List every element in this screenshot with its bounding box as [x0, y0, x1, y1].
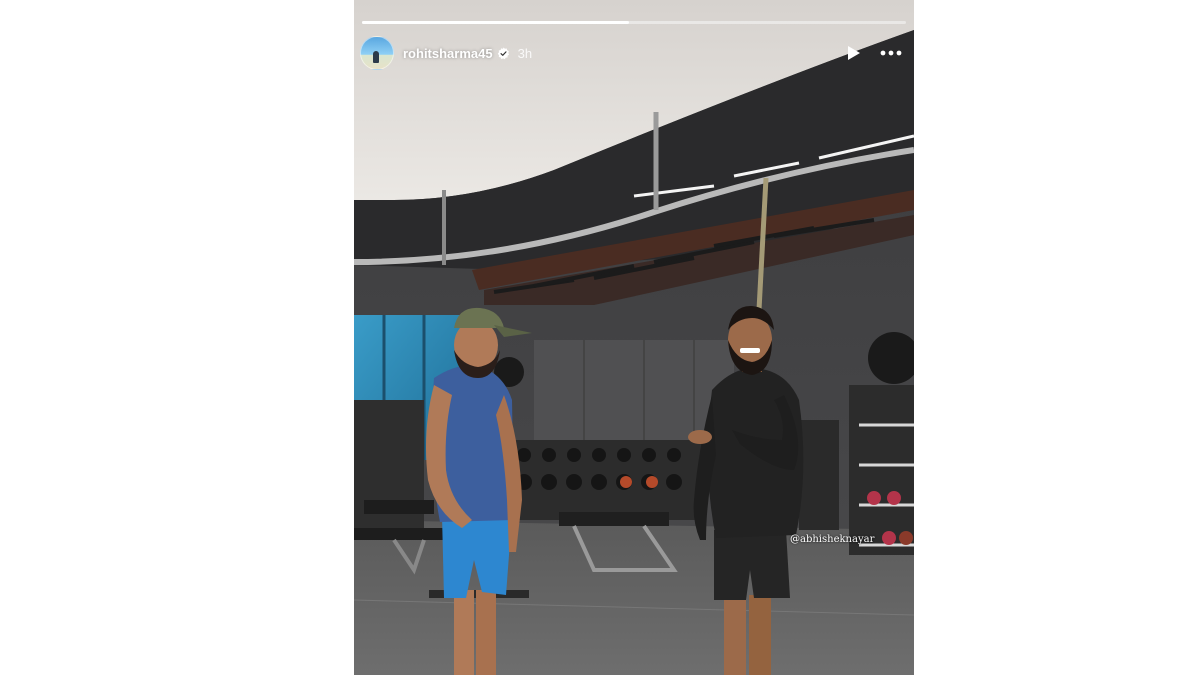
avatar[interactable]	[360, 36, 394, 70]
post-time: 3h	[517, 45, 533, 61]
story-header: rohitsharma45 3h	[360, 36, 904, 70]
play-icon[interactable]	[844, 43, 864, 63]
mention-tag[interactable]: @abhisheknayar	[790, 534, 874, 545]
username[interactable]: rohitsharma45	[403, 46, 493, 61]
story-progress-fill	[362, 21, 629, 24]
more-options-icon[interactable]	[878, 43, 904, 63]
story-viewer[interactable]: rohitsharma45 3h @abhisheknayar	[354, 0, 914, 675]
story-photo	[354, 0, 914, 675]
story-progress-bar	[362, 21, 906, 24]
verified-badge-icon	[497, 47, 510, 60]
